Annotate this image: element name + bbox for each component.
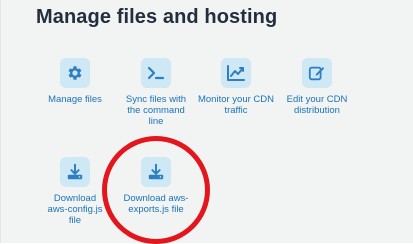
- download-aws-exports-label[interactable]: Download aws-exports.js file: [115, 193, 197, 215]
- gear-icon: [60, 58, 90, 88]
- terminal-icon: [141, 58, 171, 88]
- download-aws-exports-tile[interactable]: Download aws-exports.js file: [115, 157, 197, 215]
- edit-icon: [302, 58, 332, 88]
- sync-files-cli-tile[interactable]: Sync files with the command line: [115, 58, 197, 127]
- manage-files-hosting-panel: Manage files and hosting Manage files Sy…: [0, 0, 413, 244]
- download-aws-config-label[interactable]: Download aws-config.js file: [35, 193, 115, 226]
- manage-files-label[interactable]: Manage files: [35, 94, 115, 105]
- download-icon: [141, 157, 171, 187]
- manage-files-tile[interactable]: Manage files: [35, 58, 115, 105]
- download-aws-config-tile[interactable]: Download aws-config.js file: [35, 157, 115, 226]
- monitor-cdn-traffic-tile[interactable]: Monitor your CDN traffic: [196, 58, 276, 116]
- section-title: Manage files and hosting: [36, 6, 278, 28]
- edit-cdn-distribution-label[interactable]: Edit your CDN distribution: [275, 94, 359, 116]
- line-chart-icon: [221, 58, 251, 88]
- download-icon: [60, 157, 90, 187]
- monitor-cdn-traffic-label[interactable]: Monitor your CDN traffic: [196, 94, 276, 116]
- edit-cdn-distribution-tile[interactable]: Edit your CDN distribution: [275, 58, 359, 116]
- sync-files-cli-label[interactable]: Sync files with the command line: [115, 94, 197, 127]
